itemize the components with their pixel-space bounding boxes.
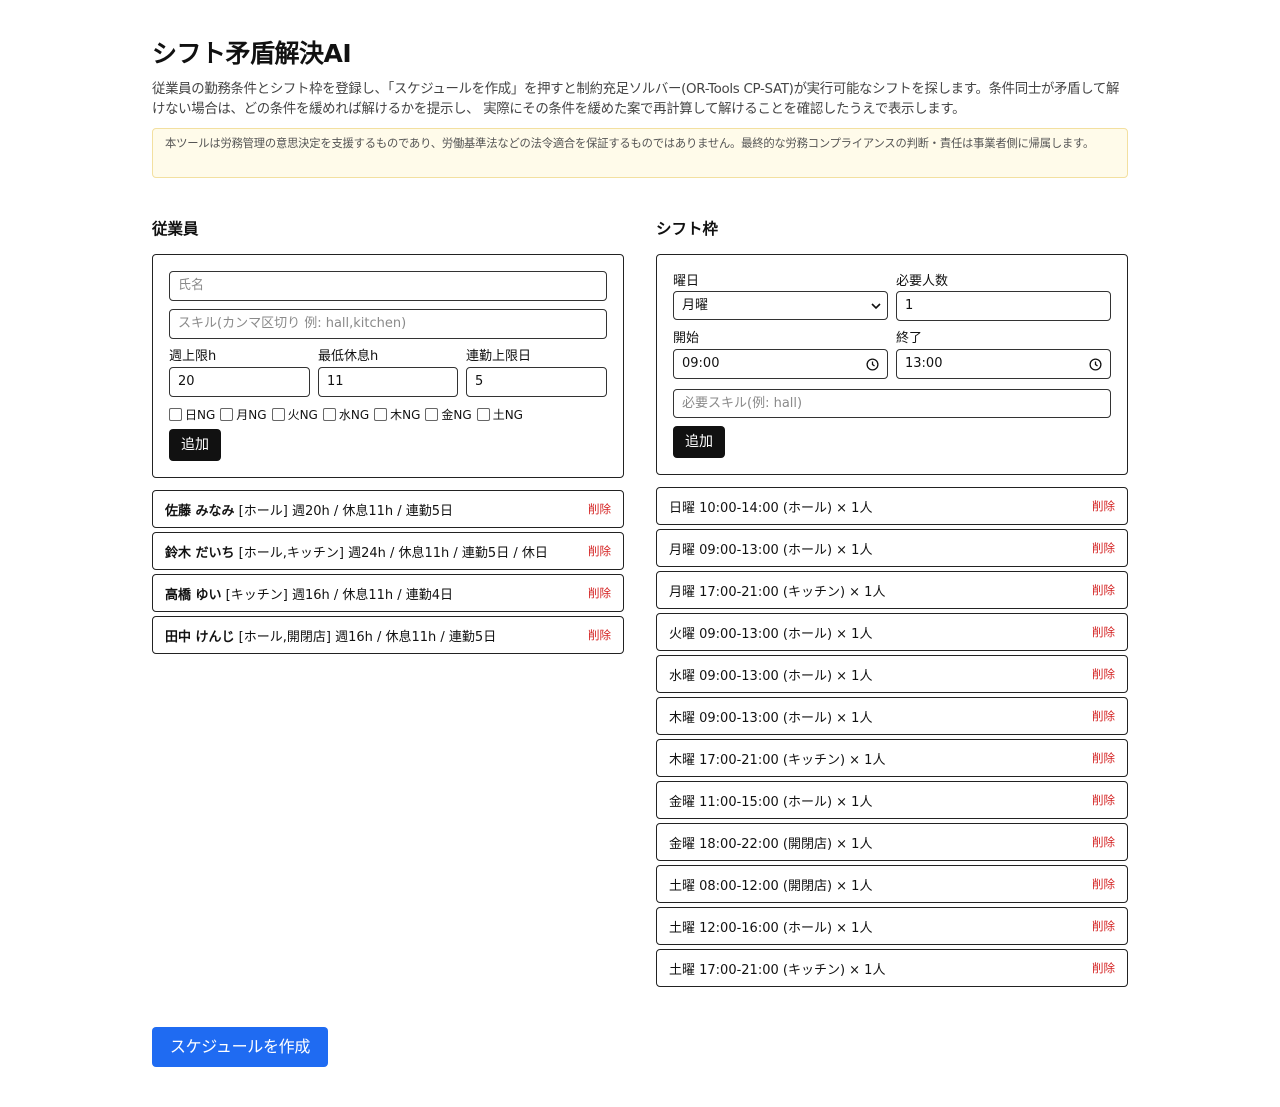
- shift-row: 金曜 11:00-15:00 (ホール) × 1人 削除: [656, 781, 1128, 819]
- shift-row: 水曜 09:00-13:00 (ホール) × 1人 削除: [656, 655, 1128, 693]
- ng-checkbox-sat[interactable]: 土NG: [476, 406, 523, 423]
- checkbox-icon[interactable]: [476, 408, 490, 421]
- start-time-input[interactable]: 09:00: [673, 349, 888, 379]
- shift-form: 曜日 必要人数 月曜 1 開始 終了 09:00 13:00 必要スキル(例: …: [656, 254, 1128, 475]
- employee-name: 鈴木 だいち: [165, 545, 235, 561]
- delete-employee-button[interactable]: 削除: [588, 543, 611, 559]
- ng-checkbox-wed[interactable]: 水NG: [322, 406, 369, 423]
- clock-icon[interactable]: [1089, 358, 1102, 371]
- delete-employee-button[interactable]: 削除: [588, 627, 611, 643]
- min-rest-input[interactable]: 11: [318, 367, 458, 397]
- employee-skills-input[interactable]: スキル(カンマ区切り 例: hall,kitchen): [169, 309, 607, 339]
- employee-detail: [ホール,キッチン] 週24h / 休息11h / 連勤5日 / 休日: [234, 545, 548, 561]
- shift-row: 土曜 08:00-12:00 (開閉店) × 1人 削除: [656, 865, 1128, 903]
- ng-day-checkboxes: 日NG 月NG 火NG 水NG 木NG 金NG 土NG: [169, 406, 524, 423]
- checkbox-icon[interactable]: [322, 408, 336, 421]
- required-count-input[interactable]: 1: [896, 291, 1111, 321]
- employee-row: 鈴木 だいち [ホール,キッチン] 週24h / 休息11h / 連勤5日 / …: [152, 532, 624, 570]
- shift-row: 土曜 12:00-16:00 (ホール) × 1人 削除: [656, 907, 1128, 945]
- day-label: 曜日: [673, 274, 700, 289]
- checkbox-icon[interactable]: [374, 408, 388, 421]
- delete-employee-button[interactable]: 削除: [588, 501, 611, 517]
- ng-checkbox-fri[interactable]: 金NG: [425, 406, 472, 423]
- delete-shift-button[interactable]: 削除: [1092, 582, 1115, 598]
- chevron-down-icon: [871, 303, 881, 310]
- add-employee-button[interactable]: 追加: [169, 429, 221, 461]
- delete-shift-button[interactable]: 削除: [1092, 624, 1115, 640]
- shift-label: 月曜 17:00-21:00 (キッチン) × 1人: [669, 584, 886, 600]
- weekly-limit-input[interactable]: 20: [169, 367, 310, 397]
- shift-label: 金曜 11:00-15:00 (ホール) × 1人: [669, 794, 873, 810]
- end-time-label: 終了: [896, 331, 923, 346]
- shift-row: 木曜 17:00-21:00 (キッチン) × 1人 削除: [656, 739, 1128, 777]
- shift-row: 木曜 09:00-13:00 (ホール) × 1人 削除: [656, 697, 1128, 735]
- delete-shift-button[interactable]: 削除: [1092, 708, 1115, 724]
- add-shift-button[interactable]: 追加: [673, 426, 725, 458]
- delete-employee-button[interactable]: 削除: [588, 585, 611, 601]
- clock-icon[interactable]: [866, 358, 879, 371]
- shift-label: 土曜 17:00-21:00 (キッチン) × 1人: [669, 962, 886, 978]
- ng-checkbox-thu[interactable]: 木NG: [374, 406, 420, 423]
- employee-name: 田中 けんじ: [165, 629, 235, 645]
- delete-shift-button[interactable]: 削除: [1092, 834, 1115, 850]
- ng-checkbox-mon[interactable]: 月NG: [220, 406, 267, 423]
- create-schedule-button[interactable]: スケジュールを作成: [152, 1027, 328, 1067]
- page-title: シフト矛盾解決AI: [152, 39, 352, 68]
- delete-shift-button[interactable]: 削除: [1092, 960, 1115, 976]
- employees-section-title: 従業員: [152, 220, 199, 238]
- employee-name: 佐藤 みなみ: [165, 503, 235, 519]
- checkbox-icon[interactable]: [169, 408, 182, 421]
- employee-detail: [キッチン] 週16h / 休息11h / 連勤4日: [221, 587, 454, 603]
- employee-name-input[interactable]: 氏名: [169, 271, 607, 301]
- employee-name: 高橋 ゆい: [165, 587, 222, 603]
- delete-shift-button[interactable]: 削除: [1092, 876, 1115, 892]
- delete-shift-button[interactable]: 削除: [1092, 792, 1115, 808]
- shift-row: 金曜 18:00-22:00 (開閉店) × 1人 削除: [656, 823, 1128, 861]
- shift-label: 水曜 09:00-13:00 (ホール) × 1人: [669, 668, 873, 684]
- consecutive-limit-label: 連勤上限日: [466, 349, 532, 364]
- checkbox-icon[interactable]: [271, 408, 285, 421]
- disclaimer-notice: 本ツールは労務管理の意思決定を支援するものであり、労働基準法などの法令適合を保証…: [152, 128, 1128, 178]
- shift-row: 日曜 10:00-14:00 (ホール) × 1人 削除: [656, 487, 1128, 525]
- delete-shift-button[interactable]: 削除: [1092, 540, 1115, 556]
- end-time-input[interactable]: 13:00: [896, 349, 1111, 379]
- min-rest-label: 最低休息h: [318, 349, 379, 364]
- employee-row: 高橋 ゆい [キッチン] 週16h / 休息11h / 連勤4日 削除: [152, 574, 624, 612]
- employee-detail: [ホール,開閉店] 週16h / 休息11h / 連勤5日: [234, 629, 497, 645]
- start-time-label: 開始: [673, 331, 700, 346]
- day-select[interactable]: 月曜: [673, 291, 888, 320]
- page-description: 従業員の勤務条件とシフト枠を登録し、「スケジュールを作成」を押すと制約充足ソルバ…: [152, 82, 1120, 117]
- delete-shift-button[interactable]: 削除: [1092, 666, 1115, 682]
- checkbox-icon[interactable]: [425, 408, 439, 421]
- employee-form: 氏名 スキル(カンマ区切り 例: hall,kitchen) 週上限h 最低休息…: [152, 254, 624, 478]
- shift-label: 土曜 12:00-16:00 (ホール) × 1人: [669, 920, 873, 936]
- shift-label: 金曜 18:00-22:00 (開閉店) × 1人: [669, 836, 873, 852]
- shift-label: 木曜 17:00-21:00 (キッチン) × 1人: [669, 752, 886, 768]
- shift-label: 火曜 09:00-13:00 (ホール) × 1人: [669, 626, 873, 642]
- shift-label: 木曜 09:00-13:00 (ホール) × 1人: [669, 710, 873, 726]
- employee-row: 田中 けんじ [ホール,開閉店] 週16h / 休息11h / 連勤5日 削除: [152, 616, 624, 654]
- employee-detail: [ホール] 週20h / 休息11h / 連勤5日: [234, 503, 454, 519]
- delete-shift-button[interactable]: 削除: [1092, 498, 1115, 514]
- ng-checkbox-sun[interactable]: 日NG: [169, 406, 215, 423]
- checkbox-icon[interactable]: [220, 408, 234, 421]
- shift-row: 土曜 17:00-21:00 (キッチン) × 1人 削除: [656, 949, 1128, 987]
- shift-row: 火曜 09:00-13:00 (ホール) × 1人 削除: [656, 613, 1128, 651]
- shift-label: 月曜 09:00-13:00 (ホール) × 1人: [669, 542, 873, 558]
- ng-checkbox-tue[interactable]: 火NG: [271, 406, 318, 423]
- shift-row: 月曜 17:00-21:00 (キッチン) × 1人 削除: [656, 571, 1128, 609]
- shifts-section-title: シフト枠: [656, 220, 719, 238]
- shift-label: 日曜 10:00-14:00 (ホール) × 1人: [669, 500, 873, 516]
- required-skill-input[interactable]: 必要スキル(例: hall): [673, 389, 1111, 418]
- shift-row: 月曜 09:00-13:00 (ホール) × 1人 削除: [656, 529, 1128, 567]
- employee-row: 佐藤 みなみ [ホール] 週20h / 休息11h / 連勤5日 削除: [152, 490, 624, 528]
- required-count-label: 必要人数: [896, 274, 949, 289]
- consecutive-limit-input[interactable]: 5: [466, 367, 607, 397]
- delete-shift-button[interactable]: 削除: [1092, 750, 1115, 766]
- delete-shift-button[interactable]: 削除: [1092, 918, 1115, 934]
- shift-label: 土曜 08:00-12:00 (開閉店) × 1人: [669, 878, 873, 894]
- weekly-limit-label: 週上限h: [169, 349, 217, 364]
